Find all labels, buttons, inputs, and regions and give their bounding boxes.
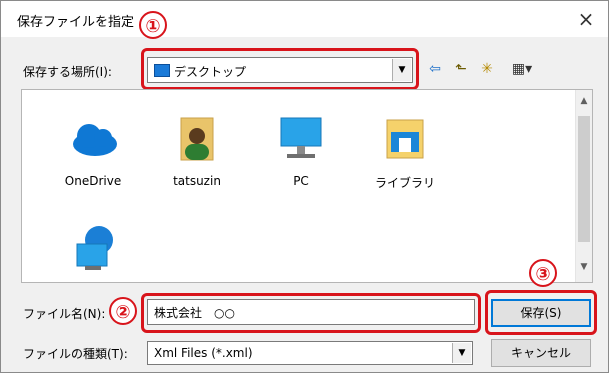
location-label: 保存する場所(I): — [23, 65, 112, 79]
filetype-select[interactable]: Xml Files (*.xml) ▼ — [147, 341, 473, 365]
scroll-up-icon[interactable]: ▲ — [576, 96, 592, 112]
user-folder-icon — [167, 108, 227, 168]
filetype-value: Xml Files (*.xml) — [154, 346, 253, 360]
desktop-icon — [154, 64, 170, 77]
view-menu-icon[interactable]: ▦▾ — [505, 59, 539, 79]
annotation-3: ③ — [529, 259, 557, 287]
list-item[interactable]: ライブラリ — [360, 108, 450, 191]
vertical-scrollbar[interactable]: ▲ ▼ — [575, 90, 592, 282]
filename-value: 株式会社 ○○ — [154, 306, 235, 320]
filename-input[interactable]: 株式会社 ○○ — [147, 299, 475, 325]
onedrive-icon — [63, 108, 123, 168]
up-folder-icon[interactable]: ⬑ — [451, 59, 471, 79]
dialog-title: 保存ファイルを指定 — [17, 15, 135, 30]
back-icon[interactable]: ⇦ — [425, 59, 445, 79]
library-icon — [375, 108, 435, 168]
list-item[interactable]: PC — [256, 108, 346, 188]
save-button[interactable]: 保存(S) — [491, 299, 591, 327]
title-bar: 保存ファイルを指定 × — [1, 1, 608, 37]
annotation-2: ② — [109, 297, 137, 325]
save-location-value: デスクトップ — [174, 65, 247, 79]
network-icon — [63, 218, 123, 278]
list-item[interactable]: tatsuzin — [152, 108, 242, 188]
file-view-pane: OneDrive tatsuzin PC ライブラリ ▲ ▼ — [21, 89, 593, 283]
item-label: ライブラリ — [374, 176, 435, 190]
scroll-thumb[interactable] — [578, 116, 590, 242]
cancel-button[interactable]: キャンセル — [491, 339, 591, 367]
filetype-label: ファイルの種類(T): — [23, 347, 128, 361]
close-icon[interactable]: × — [572, 5, 600, 33]
item-label: PC — [293, 174, 309, 188]
item-label: tatsuzin — [173, 174, 221, 188]
save-file-dialog: 保存ファイルを指定 × ① 保存する場所(I): デスクトップ ▼ ⇦ ⬑ ✳ … — [0, 0, 609, 373]
chevron-down-icon[interactable]: ▼ — [392, 59, 411, 81]
item-label: OneDrive — [64, 174, 122, 188]
chevron-down-icon[interactable]: ▼ — [452, 343, 471, 363]
list-item[interactable]: OneDrive — [48, 108, 138, 188]
new-folder-icon[interactable]: ✳ — [477, 59, 497, 79]
save-location-select[interactable]: デスクトップ ▼ — [147, 57, 413, 83]
annotation-1: ① — [139, 11, 167, 39]
pc-icon — [271, 108, 331, 168]
filename-label: ファイル名(N): — [23, 307, 106, 321]
list-item[interactable] — [48, 218, 138, 278]
scroll-down-icon[interactable]: ▼ — [576, 262, 592, 278]
